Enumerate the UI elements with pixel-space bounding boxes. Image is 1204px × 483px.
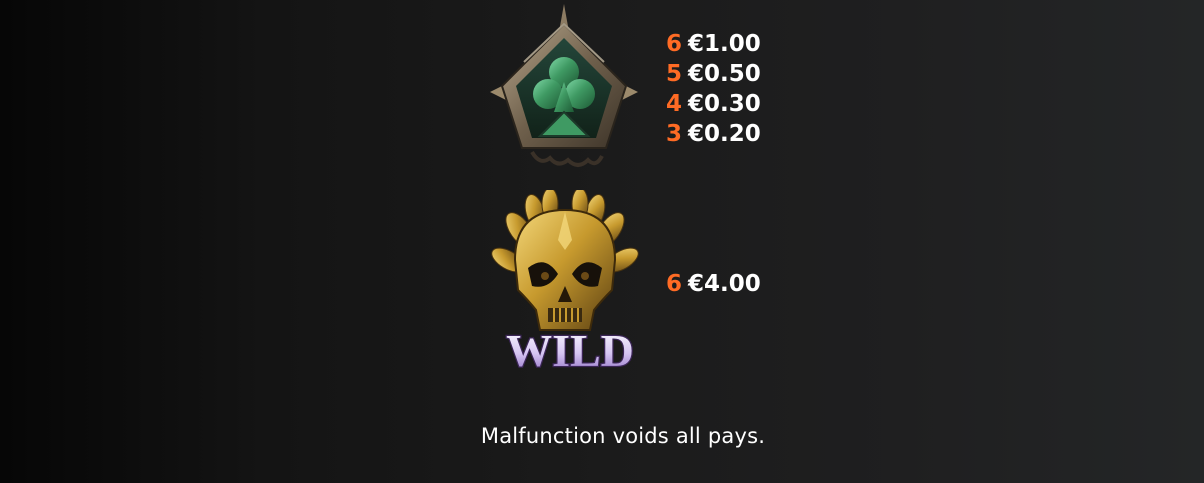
pay-count: 4 [666, 91, 683, 117]
pay-row: 5 €0.50 [666, 59, 761, 89]
pay-row: 6 €1.00 [666, 29, 761, 59]
malfunction-disclaimer: Malfunction voids all pays. [480, 424, 766, 448]
pay-row: 3 €0.20 [666, 119, 761, 149]
pay-amount: €1.00 [688, 31, 761, 57]
club-symbol-icon [484, 2, 644, 174]
pay-count: 6 [666, 271, 683, 297]
pay-count: 3 [666, 121, 683, 147]
pay-amount: €0.30 [688, 91, 761, 117]
pay-amount: €0.50 [688, 61, 761, 87]
pay-row: 6 €4.00 [666, 269, 761, 299]
pay-count: 6 [666, 31, 683, 57]
pay-amount: €4.00 [688, 271, 761, 297]
svg-text:WILD: WILD [506, 325, 634, 376]
pay-row: 4 €0.30 [666, 89, 761, 119]
pay-count: 5 [666, 61, 683, 87]
wild-symbol-icon: WILD [490, 187, 640, 380]
pay-amount: €0.20 [688, 121, 761, 147]
wild-logo: WILD [500, 320, 640, 378]
wild-paytable: 6 €4.00 [666, 269, 761, 299]
club-paytable: 6 €1.00 5 €0.50 4 €0.30 3 €0.20 [666, 29, 761, 149]
